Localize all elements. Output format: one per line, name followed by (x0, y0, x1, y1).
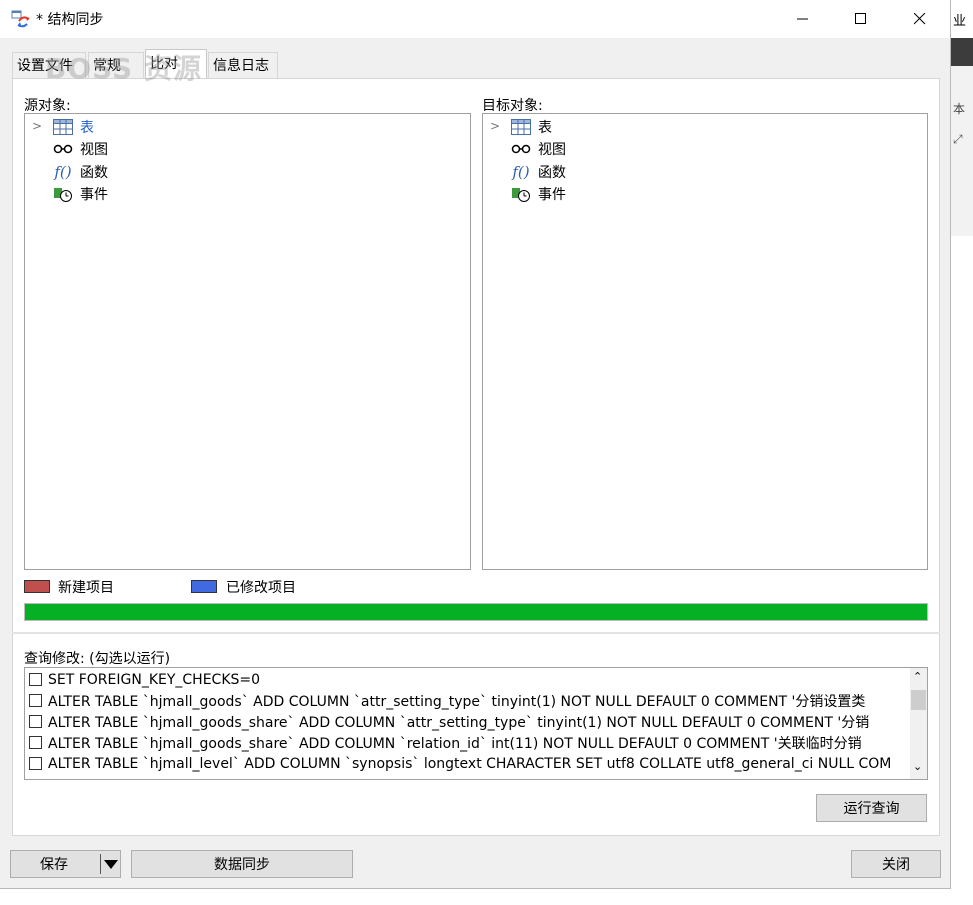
background-app-panel: 本 ⤢ (951, 66, 973, 236)
query-row[interactable]: ALTER TABLE `hjmall_level` ADD COLUMN `s… (29, 753, 891, 774)
query-checkbox[interactable] (29, 694, 42, 707)
view-icon (510, 140, 532, 158)
minimize-button[interactable] (780, 0, 826, 38)
query-checkbox[interactable] (29, 715, 42, 728)
query-text: ALTER TABLE `hjmall_goods_share` ADD COL… (48, 735, 862, 752)
tree-item-label: 事件 (80, 187, 108, 203)
source-objects-tree[interactable]: > 表 视图 f() 函数 事件 (24, 113, 471, 570)
tree-item-function[interactable]: f() 函数 (52, 162, 108, 182)
query-row[interactable]: ALTER TABLE `hjmall_goods` ADD COLUMN `a… (29, 690, 865, 711)
scrollbar-thumb[interactable] (911, 690, 926, 710)
query-checkbox[interactable] (29, 673, 42, 686)
chevron-right-icon[interactable]: > (32, 119, 42, 133)
tree-item-label: 事件 (538, 187, 566, 203)
target-objects-tree[interactable]: > 表 视图 f() 函数 事件 (482, 113, 928, 570)
new-item-swatch (24, 580, 50, 593)
window-title: * 结构同步 (36, 12, 104, 28)
query-list[interactable]: SET FOREIGN_KEY_CHECKS=0 ALTER TABLE `hj… (24, 667, 928, 780)
background-app-text: 业 (953, 14, 967, 29)
table-icon (52, 118, 74, 136)
tree-item-event[interactable]: 事件 (510, 184, 566, 204)
query-row[interactable]: ALTER TABLE `hjmall_goods_share` ADD COL… (29, 711, 869, 732)
watermark: BOSS 资源 (45, 52, 202, 85)
app-icon (11, 10, 31, 28)
close-button[interactable]: 关闭 (851, 850, 941, 878)
tree-item-label: 函数 (80, 165, 108, 181)
chevron-right-icon[interactable]: > (490, 119, 500, 133)
tree-item-label: 视图 (538, 142, 566, 158)
run-query-label: 运行查询 (843, 801, 900, 817)
function-icon: f() (512, 163, 530, 181)
query-text: ALTER TABLE `hjmall_level` ADD COLUMN `s… (48, 755, 892, 772)
target-objects-label: 目标对象: (482, 98, 543, 114)
modified-item-legend-label: 已修改项目 (226, 580, 296, 596)
query-row[interactable]: ALTER TABLE `hjmall_goods_share` ADD COL… (29, 732, 862, 753)
tab-message-log[interactable]: 信息日志 (208, 52, 278, 78)
background-app: 业 本 ⤢ (951, 0, 973, 905)
close-label: 关闭 (882, 857, 910, 873)
query-text: ALTER TABLE `hjmall_goods` ADD COLUMN `a… (48, 693, 866, 710)
run-query-button[interactable]: 运行查询 (816, 794, 927, 822)
query-modify-label: 查询修改: (勾选以运行) (24, 651, 171, 667)
save-dropdown-divider (100, 854, 101, 874)
tree-item-label: 表 (538, 120, 552, 136)
tree-item-function[interactable]: f() 函数 (510, 162, 566, 182)
tree-item-label: 视图 (80, 142, 108, 158)
tab-label: 信息日志 (213, 58, 269, 74)
splitter[interactable] (12, 632, 940, 634)
function-icon: f() (54, 163, 72, 181)
query-checkbox[interactable] (29, 736, 42, 749)
chevron-down-icon[interactable] (104, 858, 118, 874)
data-sync-button[interactable]: 数据同步 (131, 850, 353, 878)
source-objects-label: 源对象: (24, 98, 71, 114)
query-scrollbar[interactable]: ⌃ ⌄ (910, 668, 927, 779)
maximize-button[interactable] (838, 0, 884, 38)
view-icon (52, 140, 74, 158)
event-icon (52, 185, 74, 203)
close-window-button[interactable] (897, 0, 943, 38)
compare-progress-bar (24, 603, 928, 621)
chevron-down-icon[interactable]: ⌄ (913, 760, 922, 773)
tree-item-view[interactable]: 视图 (52, 139, 108, 159)
save-button[interactable]: 保存 (10, 850, 121, 878)
query-text: SET FOREIGN_KEY_CHECKS=0 (48, 671, 261, 688)
background-app-toolbar (951, 38, 973, 66)
tree-item-table[interactable]: 表 (52, 117, 94, 137)
data-sync-label: 数据同步 (214, 857, 270, 873)
tree-item-event[interactable]: 事件 (52, 184, 108, 204)
background-app-label: 本 (953, 102, 966, 116)
sync-dialog: * 结构同步 设置文件 常规 比对 信息日志 BOSS 资源 源对象: > 表 (0, 0, 951, 889)
chevron-up-icon[interactable]: ⌃ (913, 670, 922, 683)
tree-item-table[interactable]: 表 (510, 117, 552, 137)
query-row[interactable]: SET FOREIGN_KEY_CHECKS=0 (29, 669, 260, 690)
event-icon (510, 185, 532, 203)
new-item-legend-label: 新建项目 (58, 580, 114, 596)
modified-item-swatch (191, 580, 217, 593)
query-text: ALTER TABLE `hjmall_goods_share` ADD COL… (48, 714, 870, 731)
save-label: 保存 (40, 857, 68, 873)
tree-item-view[interactable]: 视图 (510, 139, 566, 159)
tree-item-label: 函数 (538, 165, 566, 181)
table-icon (510, 118, 532, 136)
title-bar: * 结构同步 (0, 0, 950, 38)
tree-item-label: 表 (80, 120, 94, 136)
expand-icon[interactable]: ⤢ (953, 132, 963, 147)
query-checkbox[interactable] (29, 757, 42, 770)
